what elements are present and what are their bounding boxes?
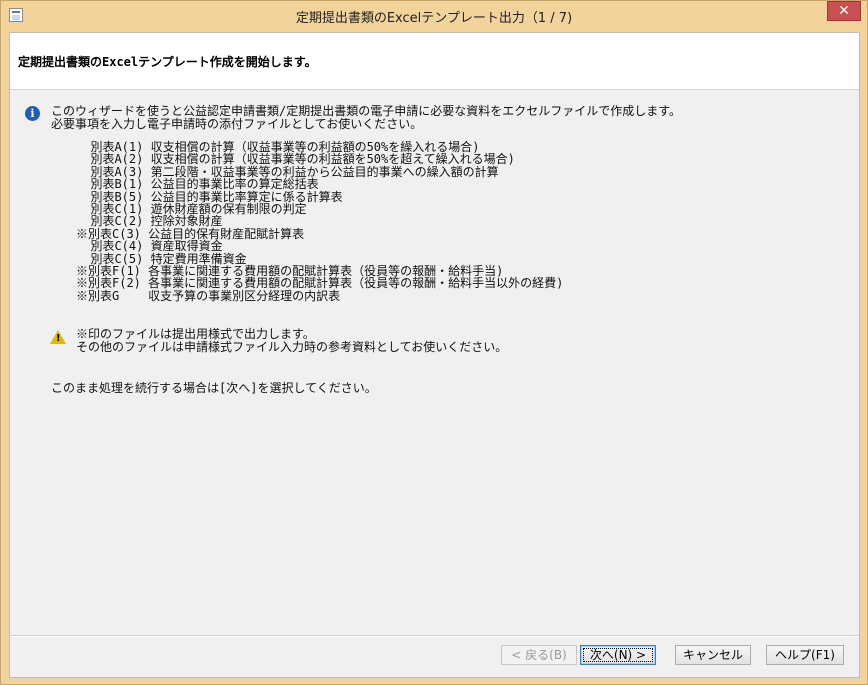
next-button[interactable]: 次へ(N) > (580, 645, 656, 665)
form-list-item: 別表C(2) 控除対象財産 (76, 214, 223, 229)
form-list-item: 別表A(2) 収支相償の計算（収益事業等の利益額を50%を超えて繰入れる場合) (76, 152, 515, 167)
cancel-button[interactable]: キャンセル (675, 645, 751, 665)
warning-icon-mark: ! (56, 333, 61, 344)
intro-line-2: 必要事項を入力し電子申請時の添付ファイルとしてお使いください。 (51, 117, 423, 131)
wizard-content: 定期提出書類のExcelテンプレート作成を開始します。 i このウィザードを使う… (9, 32, 860, 678)
wizard-window: 定期提出書類のExcelテンプレート出力（1 / 7) ✕ 定期提出書類のExc… (0, 0, 868, 685)
form-list-item: ※別表G 収支予算の事業別区分経理の内訳表 (76, 288, 341, 303)
window-title: 定期提出書類のExcelテンプレート出力（1 / 7) (295, 11, 573, 26)
back-button[interactable]: < 戻る(B) (501, 645, 577, 665)
form-list: 別表A(1) 収支相償の計算（収益事業等の利益額の50%を繰入れる場合) 別表A… (76, 141, 563, 302)
info-icon: i (25, 106, 40, 121)
note-line-1: ※印のファイルは提出用様式で出力します。 (76, 327, 315, 341)
form-list-item: ※別表F(2) 各事業に関連する費用額の配賦計算表（役員等の報酬・給料手当以外の… (76, 276, 564, 291)
note-text: ※印のファイルは提出用様式で出力します。 その他のファイルは申請様式ファイル入力… (76, 328, 507, 354)
button-separator (10, 635, 859, 637)
note-line-2: その他のファイルは申請様式ファイル入力時の参考資料としてお使いください。 (76, 340, 508, 354)
instruction-text: このまま処理を続行する場合は[次へ]を選択してください。 (51, 381, 377, 395)
title-bar[interactable]: 定期提出書類のExcelテンプレート出力（1 / 7) ✕ (1, 1, 867, 31)
help-button[interactable]: ヘルプ(F1) (766, 645, 844, 665)
form-list-item: 別表B(1) 公益目的事業比率の算定総括表 (76, 177, 319, 192)
intro-line-1: このウィザードを使うと公益認定申請書類/定期提出書類の電子申請に必要な資料をエク… (51, 104, 682, 118)
wizard-header: 定期提出書類のExcelテンプレート作成を開始します。 (10, 33, 859, 90)
form-list-item: 別表C(4) 資産取得資金 (76, 239, 223, 254)
header-text: 定期提出書類のExcelテンプレート作成を開始します。 (18, 55, 317, 69)
close-button[interactable]: ✕ (827, 1, 861, 21)
intro-text: このウィザードを使うと公益認定申請書類/定期提出書類の電子申請に必要な資料をエク… (51, 105, 681, 131)
